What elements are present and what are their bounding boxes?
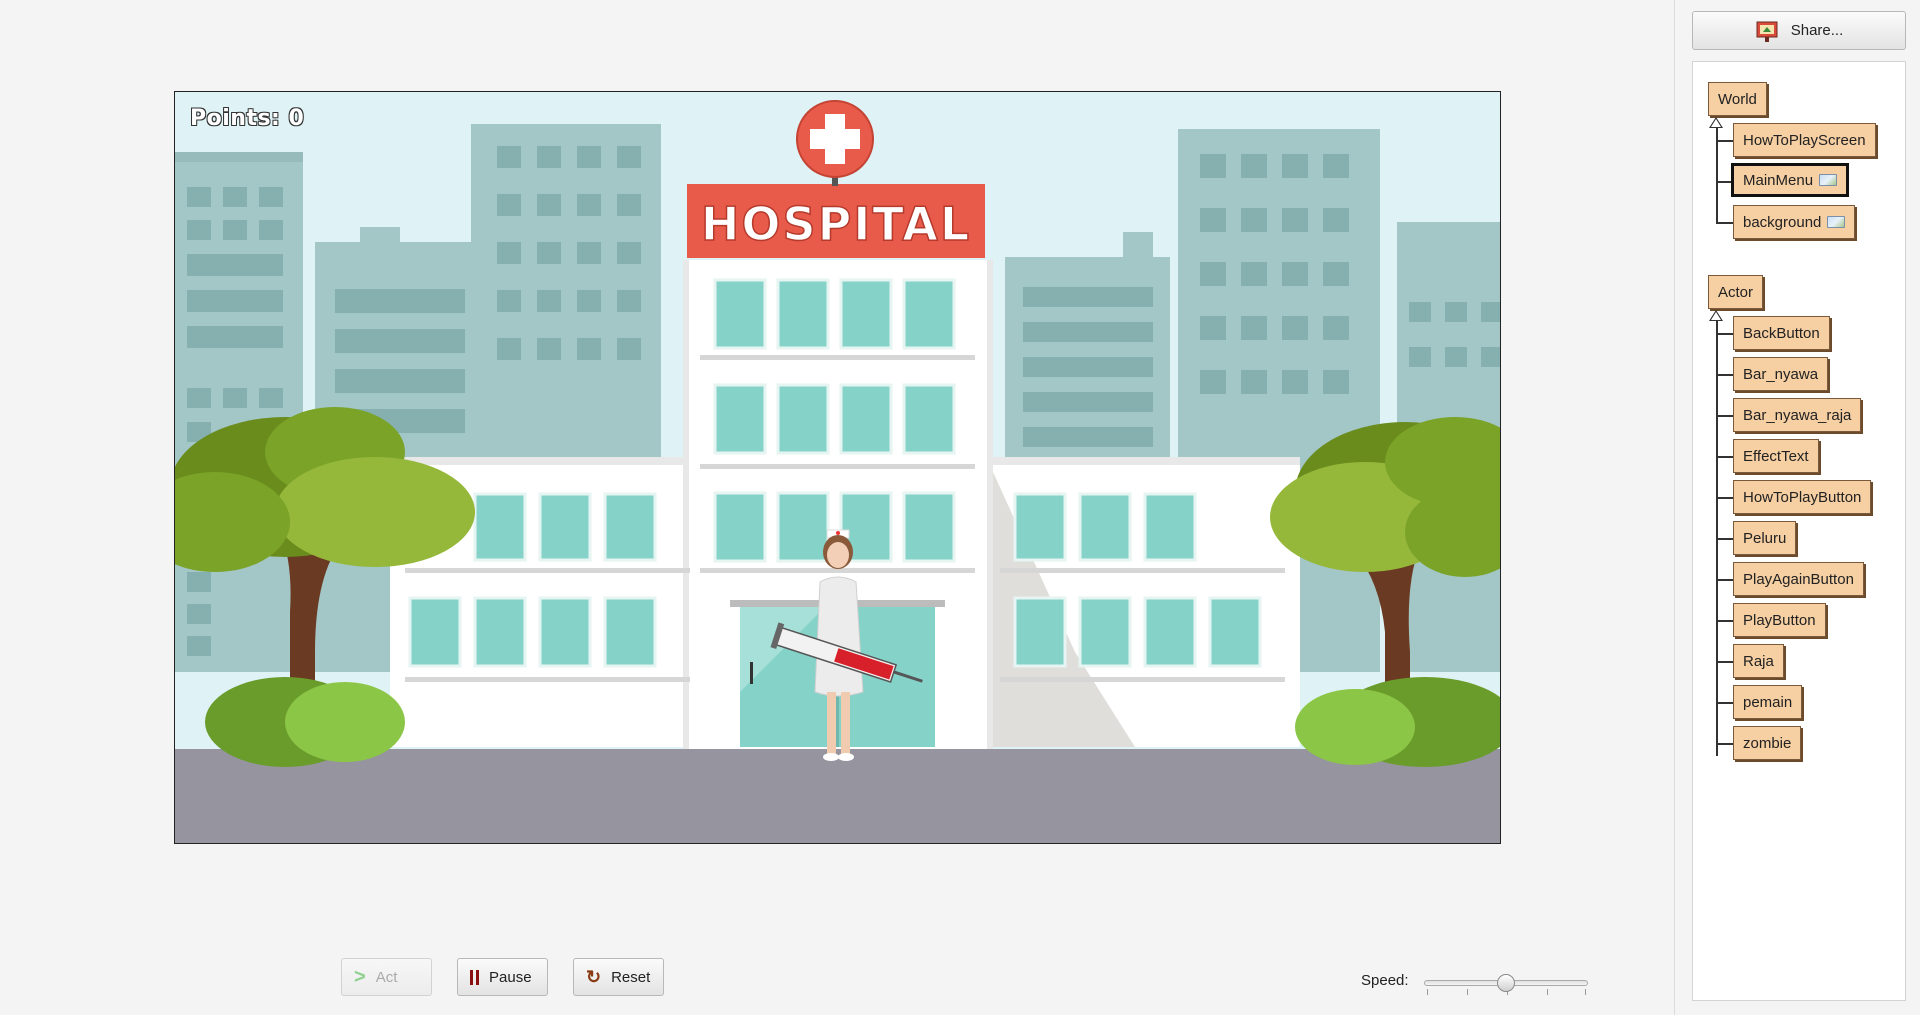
class-peluru[interactable]: Peluru xyxy=(1733,521,1797,555)
reset-button[interactable]: ↻ Reset xyxy=(573,958,664,996)
hospital-background-image: HOSPITAL xyxy=(175,92,1500,843)
class-mainmenu[interactable]: MainMenu xyxy=(1731,163,1850,197)
act-button[interactable]: > Act xyxy=(341,958,432,996)
world-canvas[interactable]: HOSPITAL Points: 0 xyxy=(174,91,1501,844)
class-world[interactable]: World xyxy=(1708,82,1767,116)
reset-icon: ↻ xyxy=(586,966,602,987)
inheritance-arrow-icon xyxy=(1709,310,1723,321)
pause-button-label: Pause xyxy=(489,968,532,986)
share-button[interactable]: Share... xyxy=(1692,11,1906,50)
class-raja[interactable]: Raja xyxy=(1733,644,1784,678)
act-arrow-icon: > xyxy=(354,965,366,988)
image-icon xyxy=(1819,174,1838,186)
share-icon xyxy=(1755,19,1779,43)
class-backbutton[interactable]: BackButton xyxy=(1733,316,1830,350)
class-browser-panel: Share... World HowToPlayScreen MainMenu … xyxy=(1674,0,1920,1015)
class-playbutton[interactable]: PlayButton xyxy=(1733,603,1826,637)
pause-button[interactable]: Pause xyxy=(457,958,548,996)
class-background[interactable]: background xyxy=(1733,205,1856,239)
speed-slider[interactable] xyxy=(1424,972,1588,996)
class-effecttext[interactable]: EffectText xyxy=(1733,439,1819,473)
act-button-label: Act xyxy=(375,968,398,986)
reset-button-label: Reset xyxy=(611,968,651,986)
class-tree: World HowToPlayScreen MainMenu backgroun… xyxy=(1692,61,1906,1001)
class-howtoplayscreen[interactable]: HowToPlayScreen xyxy=(1733,123,1876,157)
class-zombie[interactable]: zombie xyxy=(1733,726,1802,760)
hospital-sign-text: HOSPITAL xyxy=(701,197,971,251)
image-icon xyxy=(1827,216,1846,228)
speed-label: Speed: xyxy=(1361,972,1409,989)
points-counter: Points: 0 xyxy=(189,105,305,131)
inheritance-arrow-icon xyxy=(1709,117,1723,128)
class-playagainbutton[interactable]: PlayAgainButton xyxy=(1733,562,1864,596)
speed-slider-thumb[interactable] xyxy=(1497,974,1515,992)
class-actor[interactable]: Actor xyxy=(1708,275,1764,309)
class-bar-nyawa[interactable]: Bar_nyawa xyxy=(1733,357,1829,391)
share-button-label: Share... xyxy=(1790,22,1844,39)
class-bar-nyawa-raja[interactable]: Bar_nyawa_raja xyxy=(1733,398,1862,432)
class-pemain[interactable]: pemain xyxy=(1733,685,1803,719)
class-howtoplaybutton[interactable]: HowToPlayButton xyxy=(1733,480,1872,514)
pause-icon xyxy=(470,969,479,985)
